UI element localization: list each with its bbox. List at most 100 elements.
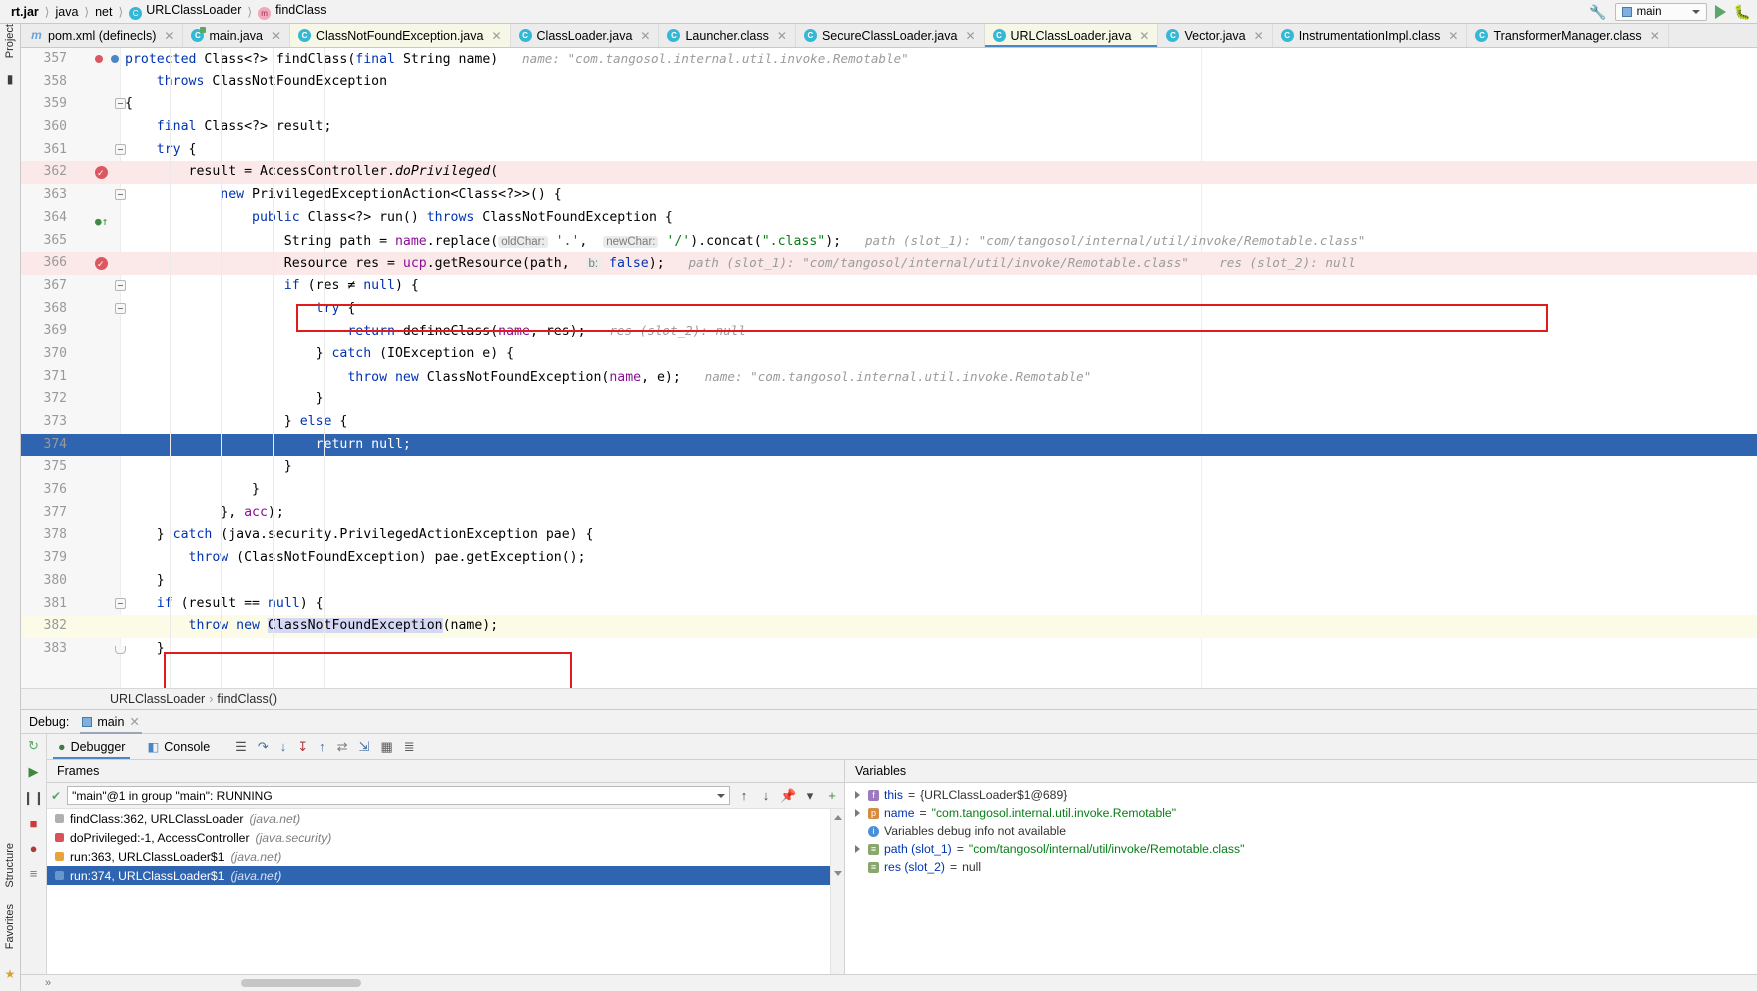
debug-icon[interactable]: 🐛 [1734, 4, 1751, 21]
gutter-marks[interactable] [73, 230, 117, 253]
code-line[interactable]: 358 throws ClassNotFoundException [21, 71, 1757, 94]
force-step-into-icon[interactable]: ↧ [297, 739, 308, 755]
code-line[interactable]: 381 if (result == null) { [21, 593, 1757, 616]
close-icon[interactable]: ✕ [1448, 29, 1458, 43]
editor-tab-main-java[interactable]: C main.java ✕ [183, 24, 290, 47]
editor-tab-launcher[interactable]: C Launcher.class ✕ [659, 24, 796, 47]
editor-tab-pom-xml[interactable]: m pom.xml (definecls) ✕ [22, 24, 184, 47]
code-line[interactable]: 359 { [21, 93, 1757, 116]
editor-tab-instrumentationimpl[interactable]: C InstrumentationImpl.class ✕ [1272, 24, 1468, 47]
expand-chevron-icon[interactable] [855, 809, 860, 817]
tab-console[interactable]: ◧ Console [136, 734, 221, 759]
gutter-marks[interactable] [73, 456, 117, 479]
frame-row[interactable]: run:363, URLClassLoader$1 (java.net) [47, 847, 844, 866]
run-to-cursor-icon[interactable]: ⇲ [359, 739, 370, 755]
close-icon[interactable]: ✕ [1254, 29, 1264, 43]
filter-icon[interactable]: ▾ [802, 788, 818, 804]
code-line[interactable]: 370 } catch (IOException e) { [21, 343, 1757, 366]
breakpoint-icon[interactable] [95, 254, 108, 277]
frames-list[interactable]: findClass:362, URLClassLoader (java.net) d… [47, 809, 844, 974]
gutter-run-icon[interactable] [95, 55, 103, 63]
editor-tab-transformermanager[interactable]: C TransformerManager.class ✕ [1467, 24, 1669, 47]
close-icon[interactable]: ✕ [640, 29, 650, 43]
frame-row[interactable]: run:374, URLClassLoader$1 (java.net) [47, 866, 844, 885]
code-line[interactable]: 367 if (res ≠ null) { [21, 275, 1757, 298]
gutter-marks[interactable] [73, 570, 117, 593]
gutter-marks[interactable] [73, 93, 126, 116]
code-line[interactable]: 379 throw (ClassNotFoundException) pae.g… [21, 547, 1757, 570]
resume-icon[interactable]: ▶ [29, 764, 39, 780]
gutter-marks[interactable] [73, 366, 117, 389]
code-line[interactable]: 378 } catch (java.security.PrivilegedAct… [21, 524, 1757, 547]
overflow-icon[interactable]: » [45, 977, 51, 989]
add-icon[interactable]: + [824, 788, 840, 803]
code-line[interactable]: 368 try { [21, 298, 1757, 321]
code-line[interactable]: 357 protected Class<?> findClass(final St… [21, 48, 1757, 71]
editor-tab-classloader[interactable]: C ClassLoader.java ✕ [510, 24, 660, 47]
breadcrumb-item-rtjar[interactable]: rt.jar [8, 5, 42, 19]
code-editor[interactable]: 357 protected Class<?> findClass(final St… [21, 48, 1757, 688]
code-line[interactable]: 380 } [21, 570, 1757, 593]
variable-row[interactable]: ≡ path (slot_1) = "com/tangosol/internal/ut… [845, 840, 1757, 858]
breadcrumb-item-findclass[interactable]: m findClass [255, 3, 329, 20]
code-line[interactable]: 372 } [21, 388, 1757, 411]
gutter-marks[interactable] [73, 615, 117, 638]
horizontal-scrollbar[interactable] [241, 979, 361, 987]
gutter-marks[interactable] [73, 184, 126, 207]
code-line[interactable]: 366 Resource res = ucp.getResource(path,… [21, 252, 1757, 277]
gutter-marks[interactable] [73, 320, 117, 343]
gutter-marks[interactable] [73, 71, 117, 94]
gutter-marks[interactable] [73, 161, 117, 186]
code-line[interactable]: 371 throw new ClassNotFoundException(nam… [21, 366, 1757, 389]
code-line[interactable]: 377 }, acc); [21, 502, 1757, 525]
variables-list[interactable]: f this = {URLClassLoader$1@689} p name = "com.t… [845, 783, 1757, 974]
breadcrumb-item-urlclassloader[interactable]: C URLClassLoader [126, 3, 244, 20]
layout-icon[interactable]: ☰ [235, 739, 247, 755]
code-line[interactable]: 382 throw new ClassNotFoundException(nam… [21, 615, 1757, 638]
code-line[interactable]: 361 try { [21, 139, 1757, 162]
thread-selector[interactable]: "main"@1 in group "main": RUNNING [67, 786, 730, 805]
frames-scrollbar[interactable] [830, 809, 844, 974]
gutter-marks[interactable] [73, 275, 126, 298]
code-line[interactable]: 376 } [21, 479, 1757, 502]
pause-icon[interactable]: ❙❙ [23, 790, 45, 806]
code-line[interactable]: 363 new PrivilegedExceptionAction<Class<… [21, 184, 1757, 207]
drop-frame-icon[interactable]: ⇄ [337, 739, 348, 755]
run-icon[interactable] [1714, 5, 1726, 19]
close-icon[interactable]: ✕ [777, 29, 787, 43]
gutter-marks[interactable] [73, 48, 119, 71]
close-icon[interactable]: ✕ [491, 29, 501, 43]
editor-tab-classnotfoundexception[interactable]: C ClassNotFoundException.java ✕ [290, 24, 511, 47]
gutter-marks[interactable] [73, 411, 117, 434]
up-icon[interactable]: ↑ [736, 788, 752, 803]
close-icon[interactable]: ✕ [1139, 29, 1149, 43]
gutter-marks[interactable] [73, 298, 126, 321]
pin-icon[interactable]: 📌 [780, 788, 796, 804]
gutter-marks[interactable] [73, 638, 126, 661]
step-out-icon[interactable]: ↑ [319, 739, 326, 754]
editor-tab-secureclassloader[interactable]: C SecureClassLoader.java ✕ [795, 24, 985, 47]
editor-tab-vector[interactable]: C Vector.java ✕ [1158, 24, 1273, 47]
step-into-icon[interactable]: ↓ [280, 739, 287, 754]
expand-chevron-icon[interactable] [855, 845, 860, 853]
breadcrumb-item-java[interactable]: java [52, 5, 81, 19]
rerun-icon[interactable]: ↻ [28, 738, 39, 754]
variable-row[interactable]: ≡ res (slot_2) = null [845, 858, 1757, 876]
editor-breadcrumb-method[interactable]: findClass() [217, 692, 277, 706]
gutter-marks[interactable]: ●↑ [73, 207, 117, 230]
frame-row[interactable]: findClass:362, URLClassLoader (java.net) [47, 809, 844, 828]
variable-row[interactable]: i Variables debug info not available [845, 822, 1757, 840]
close-icon[interactable]: ✕ [271, 29, 281, 43]
sidebar-item-structure[interactable]: Structure [4, 843, 16, 896]
gutter-marks[interactable] [73, 139, 126, 162]
tab-debugger[interactable]: ● Debugger [47, 734, 136, 759]
code-line[interactable]: 374 return null; [21, 433, 1757, 457]
breadcrumb-item-net[interactable]: net [92, 5, 115, 19]
stop-icon[interactable]: ■ [30, 816, 38, 831]
close-icon[interactable]: ✕ [164, 29, 174, 43]
scroll-down-icon[interactable] [834, 871, 842, 876]
code-line[interactable]: 365 String path = name.replace(oldChar: … [21, 230, 1757, 253]
scroll-up-icon[interactable] [834, 815, 842, 820]
expand-chevron-icon[interactable] [855, 791, 860, 799]
gutter-marks[interactable] [73, 116, 117, 139]
